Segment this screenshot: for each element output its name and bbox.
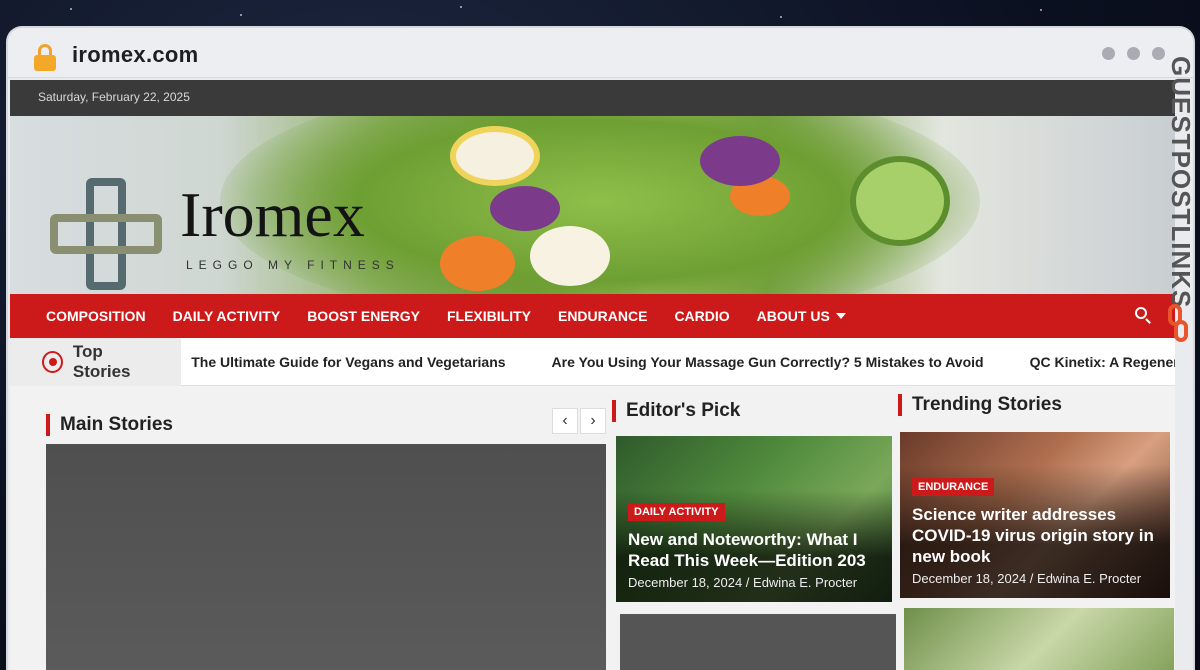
site-tagline: LEGGO MY FITNESS: [186, 258, 400, 272]
top-stories-ticker: Top Stories The Ultimate Guide for Vegan…: [10, 337, 1175, 386]
ticker-item[interactable]: Are You Using Your Massage Gun Correctly…: [552, 354, 984, 370]
top-bar: Saturday, February 22, 2025: [10, 80, 1175, 116]
editors-pick-card[interactable]: DAILY ACTIVITY New and Noteworthy: What …: [616, 436, 892, 602]
ticker-label-text: Top Stories: [72, 341, 131, 381]
ticker-label: Top Stories: [10, 337, 182, 386]
current-date: Saturday, February 22, 2025: [38, 90, 190, 104]
guestpostlinks-watermark: GUESTPOSTLINKS: [1162, 56, 1196, 356]
window-menu-dots[interactable]: [1102, 47, 1165, 60]
url-text[interactable]: iromex.com: [72, 42, 199, 68]
logo-cross-icon[interactable]: [50, 178, 162, 290]
nav-flexibility[interactable]: FLEXIBILITY: [447, 308, 531, 324]
browser-window: iromex.com Saturday, February 22, 2025 I…: [8, 28, 1193, 670]
web-page: Saturday, February 22, 2025 Iromex LEGGO…: [10, 80, 1175, 670]
nav-boost-energy[interactable]: BOOST ENERGY: [307, 308, 420, 324]
lock-icon: [34, 44, 56, 72]
chevron-right-icon[interactable]: ›: [580, 408, 606, 434]
chevron-left-icon[interactable]: ‹: [552, 408, 578, 434]
main-nav: COMPOSITION DAILY ACTIVITY BOOST ENERGY …: [10, 294, 1175, 338]
ticker-item[interactable]: The Ultimate Guide for Vegans and Vegeta…: [191, 354, 505, 370]
trending-stories-title: Trending Stories: [898, 394, 1062, 416]
trending-story-card[interactable]: ENDURANCE Science writer addresses COVID…: [900, 432, 1170, 598]
nav-daily-activity[interactable]: DAILY ACTIVITY: [173, 308, 281, 324]
category-badge[interactable]: DAILY ACTIVITY: [628, 503, 725, 521]
nav-cardio[interactable]: CARDIO: [674, 308, 729, 324]
card-meta: December 18, 2024 / Edwina E. Procter: [912, 571, 1142, 586]
ticker-item[interactable]: QC Kinetix: A Regenerative Me: [1030, 354, 1175, 370]
main-story-image[interactable]: [46, 444, 606, 670]
card-overlay: DAILY ACTIVITY New and Noteworthy: What …: [616, 490, 892, 602]
watermark-text: GUESTPOSTLINKS: [1166, 56, 1196, 309]
card-overlay: ENDURANCE Science writer addresses COVID…: [900, 465, 1170, 598]
site-brand[interactable]: Iromex: [180, 178, 365, 252]
nav-endurance[interactable]: ENDURANCE: [558, 308, 647, 324]
main-stories-title: Main Stories: [46, 414, 173, 436]
card-title[interactable]: Science writer addresses COVID-19 virus …: [912, 504, 1158, 567]
nav-about-us[interactable]: ABOUT US: [757, 308, 846, 324]
chevron-down-icon: [835, 313, 846, 319]
radar-icon: [42, 350, 63, 373]
search-icon[interactable]: [1135, 307, 1153, 325]
link-icon: [1168, 304, 1190, 344]
nav-composition[interactable]: COMPOSITION: [46, 308, 146, 324]
editors-pick-title: Editor's Pick: [612, 400, 740, 422]
editors-pick-card-2[interactable]: [620, 614, 896, 670]
site-header: Iromex LEGGO MY FITNESS: [10, 116, 1175, 294]
card-title[interactable]: New and Noteworthy: What I Read This Wee…: [628, 529, 880, 571]
nav-about-us-label: ABOUT US: [756, 308, 830, 324]
content-area: Main Stories ‹ › Editor's Pick DAILY ACT…: [10, 386, 1175, 670]
address-bar[interactable]: iromex.com: [8, 28, 1193, 78]
ticker-items: The Ultimate Guide for Vegans and Vegeta…: [181, 354, 1175, 370]
category-badge[interactable]: ENDURANCE: [912, 478, 995, 496]
slider-arrows: ‹ ›: [552, 408, 606, 434]
trending-story-card-2[interactable]: [904, 608, 1174, 670]
card-meta: December 18, 2024 / Edwina E. Procter: [628, 575, 858, 590]
